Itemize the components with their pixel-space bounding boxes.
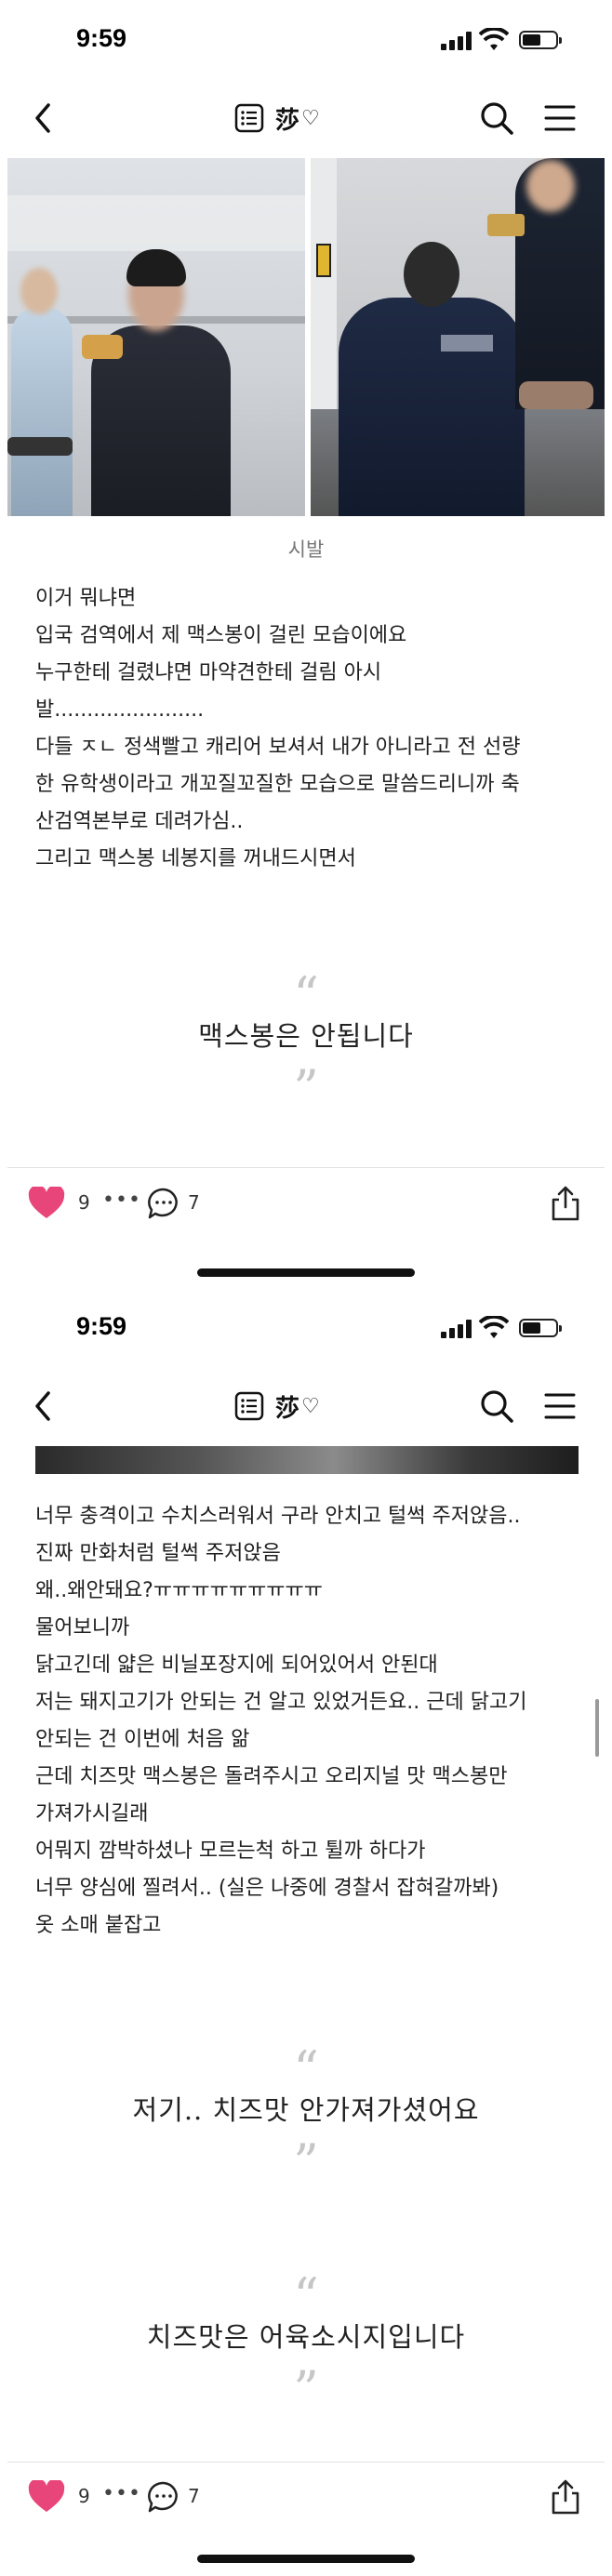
body-line: 근데 치즈맛 맥스봉은 돌려주시고 오리지널 맛 맥스봉만 [35,1765,508,1788]
top-nav: 莎 ♡ [0,88,612,150]
body-line: 너무 양심에 찔려서.. (실은 나중에 경찰서 잡혀갈까봐) [35,1877,499,1900]
quote-text: 저기.. 치즈맛 안가져가셨어요 [132,2094,480,2126]
body-line: 입국 검역에서 제 맥스봉이 걸린 모습이에요 [35,624,407,647]
comment-count: 7 [188,2485,200,2507]
screen-1: 9:59 莎 ♡ 시발 이거 뭐냐면 입국 검역에서 제 맥스봉이 걸린 모습이… [0,0,612,1288]
battery-icon [519,1319,562,1337]
back-arrow-icon[interactable] [28,100,60,137]
close-quote-icon: ” [293,2360,319,2419]
body-line: 어뭐지 깜박하셨나 모르는척 하고 튈까 하다가 [35,1839,426,1863]
status-bar: 9:59 [0,0,612,88]
post-body-2: 너무 충격이고 수치스러워서 구라 안치고 털썩 주저앉음.. 진짜 만화처럼 … [35,1498,584,1945]
photo-caption: 시발 [287,538,325,561]
body-line: 한 유학생이라고 개꼬질꼬질한 모습으로 말씀드리니까 축 [35,773,520,796]
body-line: 저는 돼지고기가 안되는 건 알고 있었거든요.. 근데 닭고기 [35,1691,527,1714]
comment-count: 7 [188,1191,200,1214]
battery-icon [519,31,562,49]
post-action-bar: 9 ••• 7 [0,2467,612,2523]
divider [7,1167,605,1168]
quote-text: 치즈맛은 어육소시지입니다 [146,2321,466,2353]
list-menu-icon [234,103,264,133]
home-indicator [197,2555,415,2563]
like-count: 9 [78,2485,90,2507]
quote-block: “ 치즈맛은 어육소시지입니다 ” [0,2267,612,2419]
post-photo-left[interactable] [7,158,305,516]
open-quote-icon: “ [293,2267,319,2326]
nav-title-group[interactable]: 莎 ♡ [234,1389,320,1423]
heart-filled-icon[interactable] [28,1187,65,1220]
blog-title: 莎 [275,1394,300,1423]
open-quote-icon: “ [293,2040,319,2099]
back-arrow-icon[interactable] [28,1388,60,1425]
comment-icon[interactable] [147,1187,180,1220]
post-photo-right[interactable] [311,158,605,516]
body-line: 다들 ㅈㄴ 정색빨고 캐리어 보셔서 내가 아니라고 전 선량 [35,736,521,759]
body-line: 너무 충격이고 수치스러워서 구라 안치고 털썩 주저앉음.. [35,1505,521,1528]
share-icon[interactable] [549,1185,582,1222]
signal-icon [441,32,472,50]
scrollbar[interactable] [595,1699,599,1757]
heart-outline-icon: ♡ [301,106,320,130]
body-line: 발....................... [35,698,205,722]
search-icon[interactable] [478,1388,515,1425]
post-photo-partial[interactable] [35,1446,579,1474]
post-action-bar: 9 ••• 7 [0,1174,612,1229]
hamburger-menu-icon[interactable] [543,1389,577,1423]
body-line: 이거 뭐냐면 [35,587,137,610]
blog-title: 莎 [275,106,300,135]
signal-icon [441,1320,472,1338]
divider [7,2462,605,2463]
home-indicator [197,1268,415,1277]
body-line: 왜..왜안돼요?ㅠㅠㅠㅠㅠㅠㅠㅠㅠ [35,1579,324,1602]
quote-text: 맥스봉은 안됩니다 [198,1020,414,1052]
search-icon[interactable] [478,100,515,137]
comment-icon[interactable] [147,2480,180,2514]
more-options-button[interactable]: ••• [102,1188,141,1212]
like-count: 9 [78,1191,90,1214]
body-line: 가져가시길래 [35,1802,149,1826]
heart-filled-icon[interactable] [28,2480,65,2514]
open-quote-icon: “ [293,966,319,1025]
body-line: 옷 소매 붙잡고 [35,1914,162,1937]
hamburger-menu-icon[interactable] [543,101,577,135]
body-line: 안되는 건 이번에 처음 앎 [35,1728,250,1751]
wifi-icon [479,28,509,50]
heart-outline-icon: ♡ [301,1394,320,1418]
more-options-button[interactable]: ••• [102,2482,141,2505]
quote-block: “ 저기.. 치즈맛 안가져가셨어요 ” [0,2040,612,2192]
top-nav: 莎 ♡ [0,1376,612,1438]
wifi-icon [479,1316,509,1338]
close-quote-icon: ” [293,1059,319,1118]
post-body-1: 이거 뭐냐면 입국 검역에서 제 맥스봉이 걸린 모습이에요 누구한테 걸렸냐면… [35,580,584,878]
list-menu-icon [234,1391,264,1421]
nav-title-group[interactable]: 莎 ♡ [234,101,320,135]
body-line: 그리고 맥스봉 네봉지를 꺼내드시면서 [35,847,356,870]
screen-2: 9:59 莎 ♡ 너무 충격이고 수치스러워서 구라 안치고 털썩 주저앉음..… [0,1288,612,2576]
quote-block: “ 맥스봉은 안됩니다 ” [0,966,612,1118]
body-line: 진짜 만화처럼 털썩 주저앉음 [35,1542,281,1565]
status-time: 9:59 [76,24,127,52]
body-line: 물어보니까 [35,1616,130,1640]
body-line: 누구한테 걸렸냐면 마약견한테 걸림 아시 [35,661,382,684]
close-quote-icon: ” [293,2133,319,2192]
body-line: 닭고긴데 얇은 비닐포장지에 되어있어서 안된대 [35,1653,438,1677]
share-icon[interactable] [549,2478,582,2516]
status-bar: 9:59 [0,1288,612,1376]
body-line: 산검역본부로 데려가심.. [35,810,244,833]
status-time: 9:59 [76,1312,127,1340]
